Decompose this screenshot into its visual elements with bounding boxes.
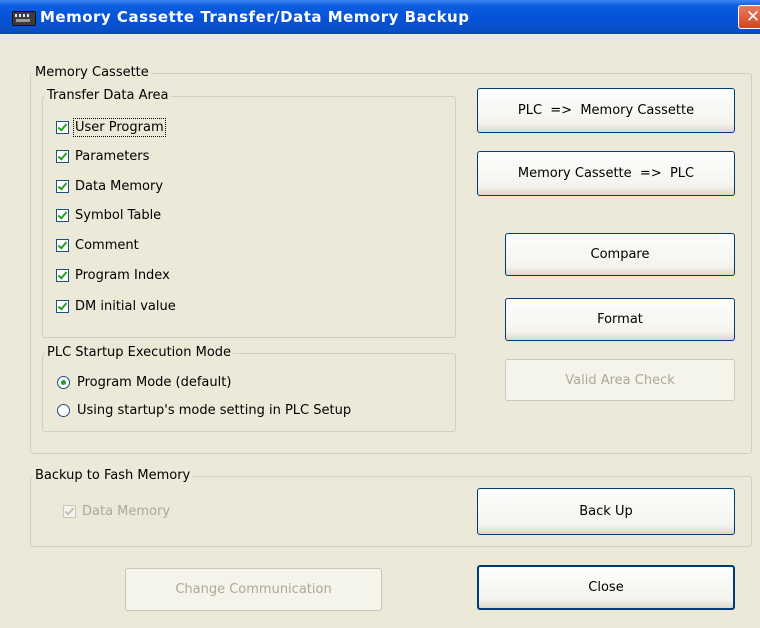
radio-icon[interactable] — [57, 375, 70, 389]
radio-icon[interactable] — [57, 403, 70, 417]
format-button[interactable]: Format — [505, 298, 735, 341]
valid-area-check-button[interactable]: Valid Area Check — [505, 359, 735, 401]
memory-cassette-legend: Memory Cassette — [35, 65, 149, 80]
radio-label: Using startup's mode setting in PLC Setu… — [77, 402, 352, 418]
checkbox-comment[interactable]: Comment — [56, 235, 139, 255]
close-icon[interactable]: ✕ — [738, 5, 760, 29]
radio-program-mode[interactable]: Program Mode (default) — [57, 372, 231, 392]
checkbox-label: Parameters — [75, 148, 150, 164]
change-communication-button[interactable]: Change Communication — [125, 568, 382, 611]
checkbox-icon[interactable] — [56, 238, 69, 252]
transfer-data-area-legend: Transfer Data Area — [47, 88, 169, 103]
checkbox-backup-data-memory[interactable]: Data Memory — [63, 501, 170, 521]
checkbox-label: Data Memory — [82, 503, 171, 519]
backup-legend: Backup to Fash Memory — [35, 468, 191, 483]
checkbox-icon[interactable] — [56, 208, 69, 222]
checkbox-icon[interactable] — [56, 299, 69, 313]
checkbox-icon[interactable] — [63, 504, 76, 518]
checkbox-icon[interactable] — [56, 149, 69, 163]
cassette-to-plc-button[interactable]: Memory Cassette => PLC — [477, 151, 735, 196]
checkbox-icon[interactable] — [56, 120, 69, 134]
app-icon — [12, 11, 36, 26]
window-title: Memory Cassette Transfer/Data Memory Bac… — [40, 8, 470, 26]
checkbox-label: Data Memory — [75, 178, 164, 194]
checkbox-icon[interactable] — [56, 179, 69, 193]
checkbox-parameters[interactable]: Parameters — [56, 146, 149, 166]
checkbox-program-index[interactable]: Program Index — [56, 265, 170, 285]
checkbox-icon[interactable] — [56, 268, 69, 282]
radio-label: Program Mode (default) — [77, 374, 232, 390]
title-bar[interactable]: Memory Cassette Transfer/Data Memory Bac… — [0, 0, 760, 34]
startup-mode-legend: PLC Startup Execution Mode — [47, 345, 232, 360]
checkbox-label: Symbol Table — [75, 207, 162, 223]
checkbox-symbol-table[interactable]: Symbol Table — [56, 205, 161, 225]
plc-to-cassette-button[interactable]: PLC => Memory Cassette — [477, 88, 735, 133]
checkbox-user-program[interactable]: User Program — [56, 117, 166, 137]
radio-startup-setting[interactable]: Using startup's mode setting in PLC Setu… — [57, 400, 351, 420]
compare-button[interactable]: Compare — [505, 233, 735, 276]
checkbox-data-memory[interactable]: Data Memory — [56, 176, 163, 196]
back-up-button[interactable]: Back Up — [477, 488, 735, 535]
checkbox-dm-initial-value[interactable]: DM initial value — [56, 296, 176, 316]
close-button[interactable]: Close — [477, 565, 735, 610]
checkbox-label: Comment — [75, 237, 139, 253]
checkbox-label: User Program — [73, 117, 166, 137]
checkbox-label: DM initial value — [75, 298, 176, 314]
checkbox-label: Program Index — [75, 267, 170, 283]
